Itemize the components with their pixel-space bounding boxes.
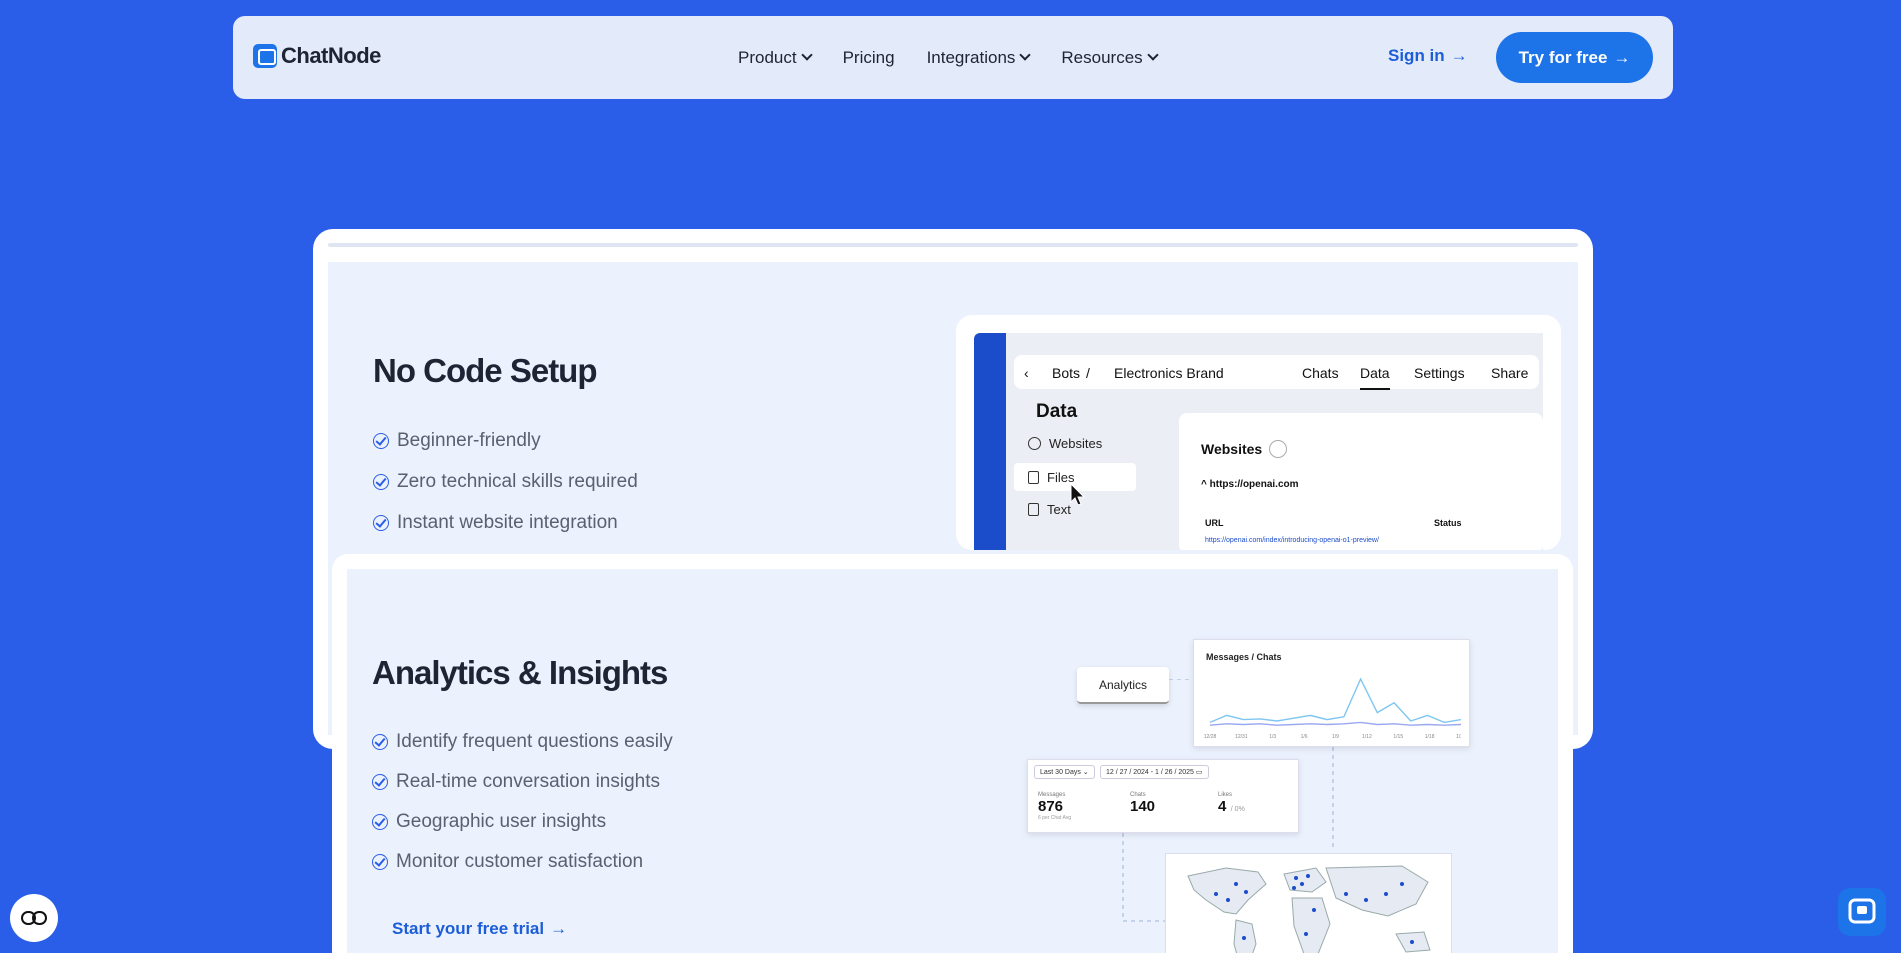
col-status: Status xyxy=(1434,518,1462,528)
chat-widget-button[interactable] xyxy=(1838,888,1886,936)
navbar: ChatNode Product Pricing Integrations Re… xyxy=(233,16,1673,99)
nav-item-integrations[interactable]: Integrations xyxy=(927,48,1032,68)
feature-list: Identify frequent questions easily Real-… xyxy=(372,730,673,873)
globe-icon xyxy=(1028,437,1041,450)
preview-heading: Data xyxy=(1036,401,1078,422)
preview-side-item: Websites xyxy=(1028,436,1102,451)
x-tick-label: 1/21 xyxy=(1456,734,1461,740)
preview-sidebar xyxy=(974,333,1006,550)
brand-name: ChatNode xyxy=(281,43,381,68)
x-tick-label: 1/9 xyxy=(1332,734,1339,740)
preview-topbar: ‹ Bots / Electronics Brand Chats Data Se… xyxy=(1014,355,1539,390)
x-tick-label: 1/15 xyxy=(1393,734,1403,740)
x-tick-label: 1/6 xyxy=(1301,734,1308,740)
check-circle-icon xyxy=(372,733,388,750)
tab-share: Share xyxy=(1491,365,1529,381)
signin-link[interactable]: Sign in → xyxy=(1388,46,1468,66)
chart-series-line xyxy=(1209,721,1461,726)
x-tick-label: 1/3 xyxy=(1269,734,1276,740)
check-circle-icon xyxy=(372,853,388,870)
card-divider xyxy=(328,243,1578,247)
chevron-down-icon xyxy=(1147,49,1159,61)
list-item: Beginner-friendly xyxy=(373,429,638,452)
col-url: URL xyxy=(1205,518,1224,528)
accessibility-button[interactable] xyxy=(10,894,58,942)
link-icon xyxy=(21,911,47,925)
breadcrumb-root: Bots xyxy=(1052,365,1081,381)
preview-content: Websites ^ https://openai.com URL Status… xyxy=(1179,413,1543,550)
text-doc-icon xyxy=(1028,503,1039,516)
tab-data: Data xyxy=(1360,365,1390,390)
check-circle-icon xyxy=(372,773,388,790)
world-map-card xyxy=(1165,853,1452,953)
preview-side-item: Text xyxy=(1028,502,1071,517)
section-title: Analytics & Insights xyxy=(372,654,668,691)
date-span-field: 12 / 27 / 2024 - 1 / 26 / 2025 ▭ xyxy=(1100,765,1209,779)
section-title: No Code Setup xyxy=(373,352,597,389)
preview-site: ^ https://openai.com xyxy=(1201,479,1299,490)
x-tick-label: 1/12 xyxy=(1362,734,1372,740)
messages-chart-card: Messages / Chats 12/28 12/31 1/3 1/6 1/9 1/12… xyxy=(1193,639,1470,747)
check-circle-icon xyxy=(373,473,389,490)
chart-title: Messages / Chats xyxy=(1206,652,1282,662)
list-item: Geographic user insights xyxy=(372,810,673,833)
check-circle-icon xyxy=(372,813,388,830)
refresh-icon xyxy=(1269,440,1287,458)
world-map-icon xyxy=(1187,865,1431,953)
chevron-down-icon xyxy=(1019,49,1032,61)
preview-panel: ‹ Bots / Electronics Brand Chats Data Se… xyxy=(1006,333,1543,550)
row-url: https://openai.com/index/introducing-ope… xyxy=(1205,537,1379,544)
feature-list: Beginner-friendly Zero technical skills … xyxy=(373,429,638,534)
list-item: Identify frequent questions easily xyxy=(372,730,673,753)
nav-item-product[interactable]: Product xyxy=(738,48,813,68)
start-trial-link[interactable]: Start your free trial → xyxy=(392,919,567,939)
stat-messages: Messages 876 6 per Chat Avg xyxy=(1038,792,1071,821)
chart-series-line xyxy=(1209,677,1461,724)
try-free-button[interactable]: Try for free → xyxy=(1496,32,1653,83)
nav-links: Product Pricing Integrations Resources xyxy=(738,16,1159,99)
dashboard-preview: ‹ Bots / Electronics Brand Chats Data Se… xyxy=(956,315,1561,550)
chevron-up-icon: ^ xyxy=(1201,479,1210,490)
list-item: Real-time conversation insights xyxy=(372,770,673,793)
stat-chats: Chats 140 xyxy=(1130,792,1156,815)
breadcrumb-separator: / xyxy=(1086,365,1090,381)
tab-chats: Chats xyxy=(1302,365,1339,381)
stats-card: Last 30 Days ⌄ 12 / 27 / 2024 - 1 / 26 /… xyxy=(1027,759,1299,833)
messages-line-chart: 12/28 12/31 1/3 1/6 1/9 1/12 1/15 1/18 1/21 xyxy=(1204,677,1461,740)
x-tick-label: 12/31 xyxy=(1235,734,1248,740)
tab-settings: Settings xyxy=(1414,365,1465,381)
back-chevron-icon: ‹ xyxy=(1024,365,1029,381)
feature-card-analytics: Analytics & Insights Identify frequent q… xyxy=(332,554,1573,953)
x-tick-label: 1/18 xyxy=(1425,734,1435,740)
nav-item-resources[interactable]: Resources xyxy=(1061,48,1159,68)
breadcrumb-current: Electronics Brand xyxy=(1114,365,1224,381)
chevron-down-icon xyxy=(800,49,813,61)
card-body: Analytics & Insights Identify frequent q… xyxy=(347,569,1558,953)
arrow-right-icon: → xyxy=(1613,47,1631,67)
cursor-icon xyxy=(1070,483,1086,506)
chat-bubble-icon xyxy=(1848,898,1876,924)
x-tick-label: 12/28 xyxy=(1204,734,1216,740)
nav-item-pricing[interactable]: Pricing xyxy=(843,48,895,68)
check-circle-icon xyxy=(373,514,389,531)
arrow-right-icon: → xyxy=(550,919,568,938)
stat-likes: Likes 4 / 0% xyxy=(1218,792,1245,815)
brand-logo[interactable]: ChatNode xyxy=(253,43,381,69)
analytics-tab: Analytics xyxy=(1077,667,1169,704)
arrow-right-icon: → xyxy=(1450,46,1468,65)
list-item: Monitor customer satisfaction xyxy=(372,850,673,873)
check-circle-icon xyxy=(373,432,389,449)
list-item: Zero technical skills required xyxy=(373,470,638,493)
file-icon xyxy=(1028,470,1039,484)
list-item: Instant website integration xyxy=(373,511,638,534)
chatnode-logo-icon xyxy=(253,44,277,68)
date-range-select: Last 30 Days ⌄ xyxy=(1034,765,1095,779)
preview-panel-title: Websites xyxy=(1201,441,1263,457)
